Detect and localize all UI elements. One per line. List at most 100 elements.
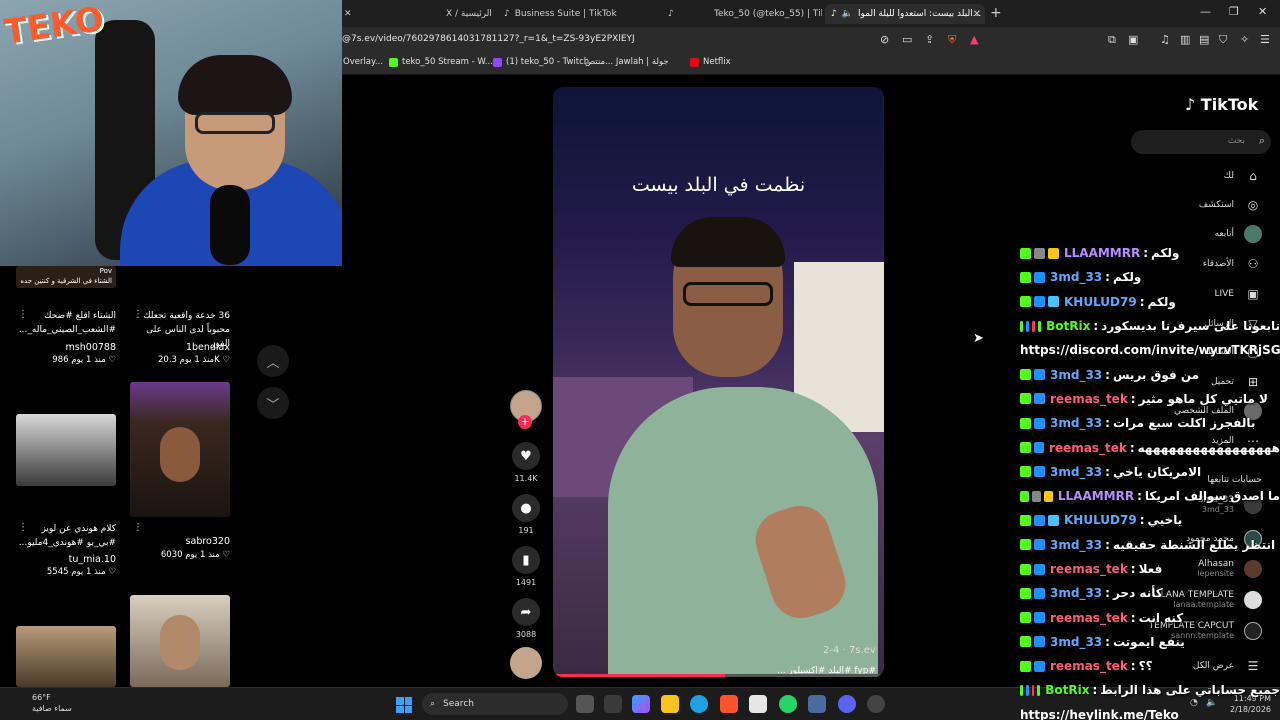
chat-username[interactable]: reemas_tek: [1049, 441, 1127, 455]
start-button[interactable]: [396, 697, 412, 713]
chat-username[interactable]: reemas_tek: [1050, 392, 1128, 406]
sound-avatar[interactable]: [510, 647, 542, 679]
music-icon[interactable]: ♫: [1160, 33, 1170, 46]
video-author[interactable]: sabro320: [130, 536, 230, 547]
tab-x-home[interactable]: X / الرئيسية: [440, 4, 500, 24]
tab-label: Teko_50 (@teko_55) | TikTok: [714, 9, 822, 19]
chat-badge-icon: [1020, 660, 1031, 672]
close-tab-icon[interactable]: ✕: [973, 9, 981, 20]
chat-username[interactable]: 3md_33: [1050, 635, 1102, 649]
video-thumbnail[interactable]: [130, 382, 230, 517]
video-thumbnail[interactable]: [130, 595, 230, 687]
tab-search-icon[interactable]: ▣: [1128, 33, 1138, 46]
bookmark-item[interactable]: Netflix: [690, 57, 731, 67]
vpn-icon[interactable]: ⛉: [1219, 33, 1227, 47]
chat-username[interactable]: 3md_33: [1050, 270, 1102, 284]
speaker-icon[interactable]: 🔈: [842, 9, 853, 19]
save-button[interactable]: ▮ 1491: [512, 546, 540, 587]
menu-icon[interactable]: ☰: [1260, 33, 1270, 46]
minimize-button[interactable]: —: [1200, 5, 1211, 18]
no-track-icon[interactable]: ⊘: [880, 33, 889, 46]
brave-icon[interactable]: [720, 695, 738, 713]
chat-username[interactable]: 3md_33: [1050, 586, 1102, 600]
bookmark-label: (1) teko_50 - Twitch: [506, 57, 590, 67]
chat-username[interactable]: 3md_33: [1050, 368, 1102, 382]
chat-text: ولكم: [1151, 246, 1180, 261]
bookmark-item[interactable]: Overlay...: [343, 57, 383, 67]
chat-username[interactable]: BotRix: [1046, 319, 1090, 333]
chat-username[interactable]: 3md_33: [1050, 538, 1102, 552]
wallet-icon[interactable]: ▤: [1199, 33, 1209, 46]
chat-username[interactable]: KHULUD79: [1064, 513, 1137, 527]
extensions-icon[interactable]: ⧉: [1108, 33, 1116, 47]
bookmark-item[interactable]: (1) teko_50 - Twitch: [493, 57, 589, 67]
task-view-icon[interactable]: [576, 695, 594, 713]
search-icon[interactable]: ⌕: [1259, 134, 1265, 148]
brave-shield-icon[interactable]: ⛨: [948, 33, 956, 47]
chat-username[interactable]: reemas_tek: [1050, 659, 1128, 673]
video-thumbnail[interactable]: [16, 414, 116, 486]
app-icon[interactable]: [604, 695, 622, 713]
video-author[interactable]: 1bendiax: [130, 342, 230, 353]
home-icon: ⌂: [1249, 169, 1257, 183]
store-icon[interactable]: [749, 695, 767, 713]
new-tab-button[interactable]: +: [990, 5, 1002, 21]
chat-link[interactable]: https://discord.com/invite/wyrvTKRjSG: [1020, 338, 1280, 362]
chat-username[interactable]: LLAAMMRR: [1064, 246, 1140, 260]
leo-icon[interactable]: ✧: [1240, 33, 1249, 46]
share-button[interactable]: ➦ 3088: [512, 598, 540, 639]
restore-button[interactable]: ❐: [1229, 5, 1239, 18]
close-window-button[interactable]: ✕: [1258, 5, 1267, 18]
edge-icon[interactable]: [690, 695, 708, 713]
tab-tiktok[interactable]: ♪: [662, 4, 682, 24]
share-icon[interactable]: ⇪: [925, 33, 934, 46]
tab-active-video[interactable]: ♪ 🔈 البلد بيست: استعدوا لليلة الموا... ✕: [825, 4, 985, 24]
file-explorer-icon[interactable]: [661, 695, 679, 713]
tiktok-logo[interactable]: ♪ TikTok: [1185, 95, 1258, 114]
bookmark-item[interactable]: منتص... Jawlah | جولة: [585, 57, 669, 67]
video-author[interactable]: tu_mia.10: [16, 554, 116, 565]
video-progress-bar[interactable]: [553, 674, 884, 677]
nav-explore[interactable]: ◎ استكشف: [1199, 196, 1262, 214]
tab-business-suite[interactable]: ♪ Business Suite | TikTok: [498, 4, 648, 24]
follow-button[interactable]: +: [518, 415, 532, 429]
chat-message: 3md_33 : كأنه دحر: [1020, 581, 1280, 605]
app-icon[interactable]: [808, 695, 826, 713]
search-input[interactable]: بحث ⌕: [1131, 130, 1271, 154]
whatsapp-icon[interactable]: [779, 695, 797, 713]
next-video-button[interactable]: ﹀: [257, 387, 289, 419]
chat-badge-icon: [1020, 296, 1031, 308]
chat-badge-icon: [1037, 684, 1041, 696]
bookmark-item[interactable]: teko_50 Stream - W...: [389, 57, 493, 67]
like-button[interactable]: ♥ 11.4K: [512, 442, 540, 483]
url-field[interactable]: @7s.ev/video/7602978614031781127?_r=1&_t…: [342, 34, 635, 44]
sidebar-icon[interactable]: ▥: [1180, 33, 1190, 46]
chat-username[interactable]: LLAAMMRR: [1058, 489, 1134, 503]
weather-widget[interactable]: 66°F سماء صافية: [32, 692, 72, 714]
chat-username[interactable]: 3md_33: [1050, 465, 1102, 479]
chat-username[interactable]: KHULUD79: [1064, 295, 1137, 309]
video-author[interactable]: msh00788: [16, 342, 116, 353]
bookmark-label: Overlay...: [343, 57, 383, 67]
tab-teko-profile[interactable]: Teko_50 (@teko_55) | TikTok: [708, 4, 822, 24]
chat-link[interactable]: https://heylink.me/Teko: [1020, 703, 1280, 720]
chat-username[interactable]: reemas_tek: [1050, 562, 1128, 576]
chat-username[interactable]: BotRix: [1045, 683, 1089, 697]
chat-username[interactable]: 3md_33: [1050, 416, 1102, 430]
comment-button[interactable]: ● 191: [512, 494, 540, 535]
rewards-icon[interactable]: ▲: [970, 33, 978, 46]
more-icon[interactable]: ⋮: [133, 522, 143, 533]
discord-icon[interactable]: [838, 695, 856, 713]
chat-badge-icon: [1034, 417, 1045, 429]
copilot-icon[interactable]: [632, 695, 650, 713]
video-thumbnail[interactable]: [16, 626, 116, 687]
video-thumbnail[interactable]: Pov الشتاء في الشرقية و كنتين جده: [16, 266, 116, 288]
taskbar-search[interactable]: ⌕ Search: [422, 693, 568, 715]
previous-video-button[interactable]: ︿: [257, 345, 289, 377]
chat-username[interactable]: reemas_tek: [1050, 611, 1128, 625]
video-player[interactable]: نظمت في البلد بيست 2-4 · 7s.ev #fyp #الب…: [553, 87, 884, 677]
nav-for-you[interactable]: ⌂ لك: [1224, 167, 1262, 185]
chat-text: كأنه دحر: [1112, 586, 1163, 601]
obs-icon[interactable]: [867, 695, 885, 713]
screen-icon[interactable]: ▭: [902, 33, 912, 46]
